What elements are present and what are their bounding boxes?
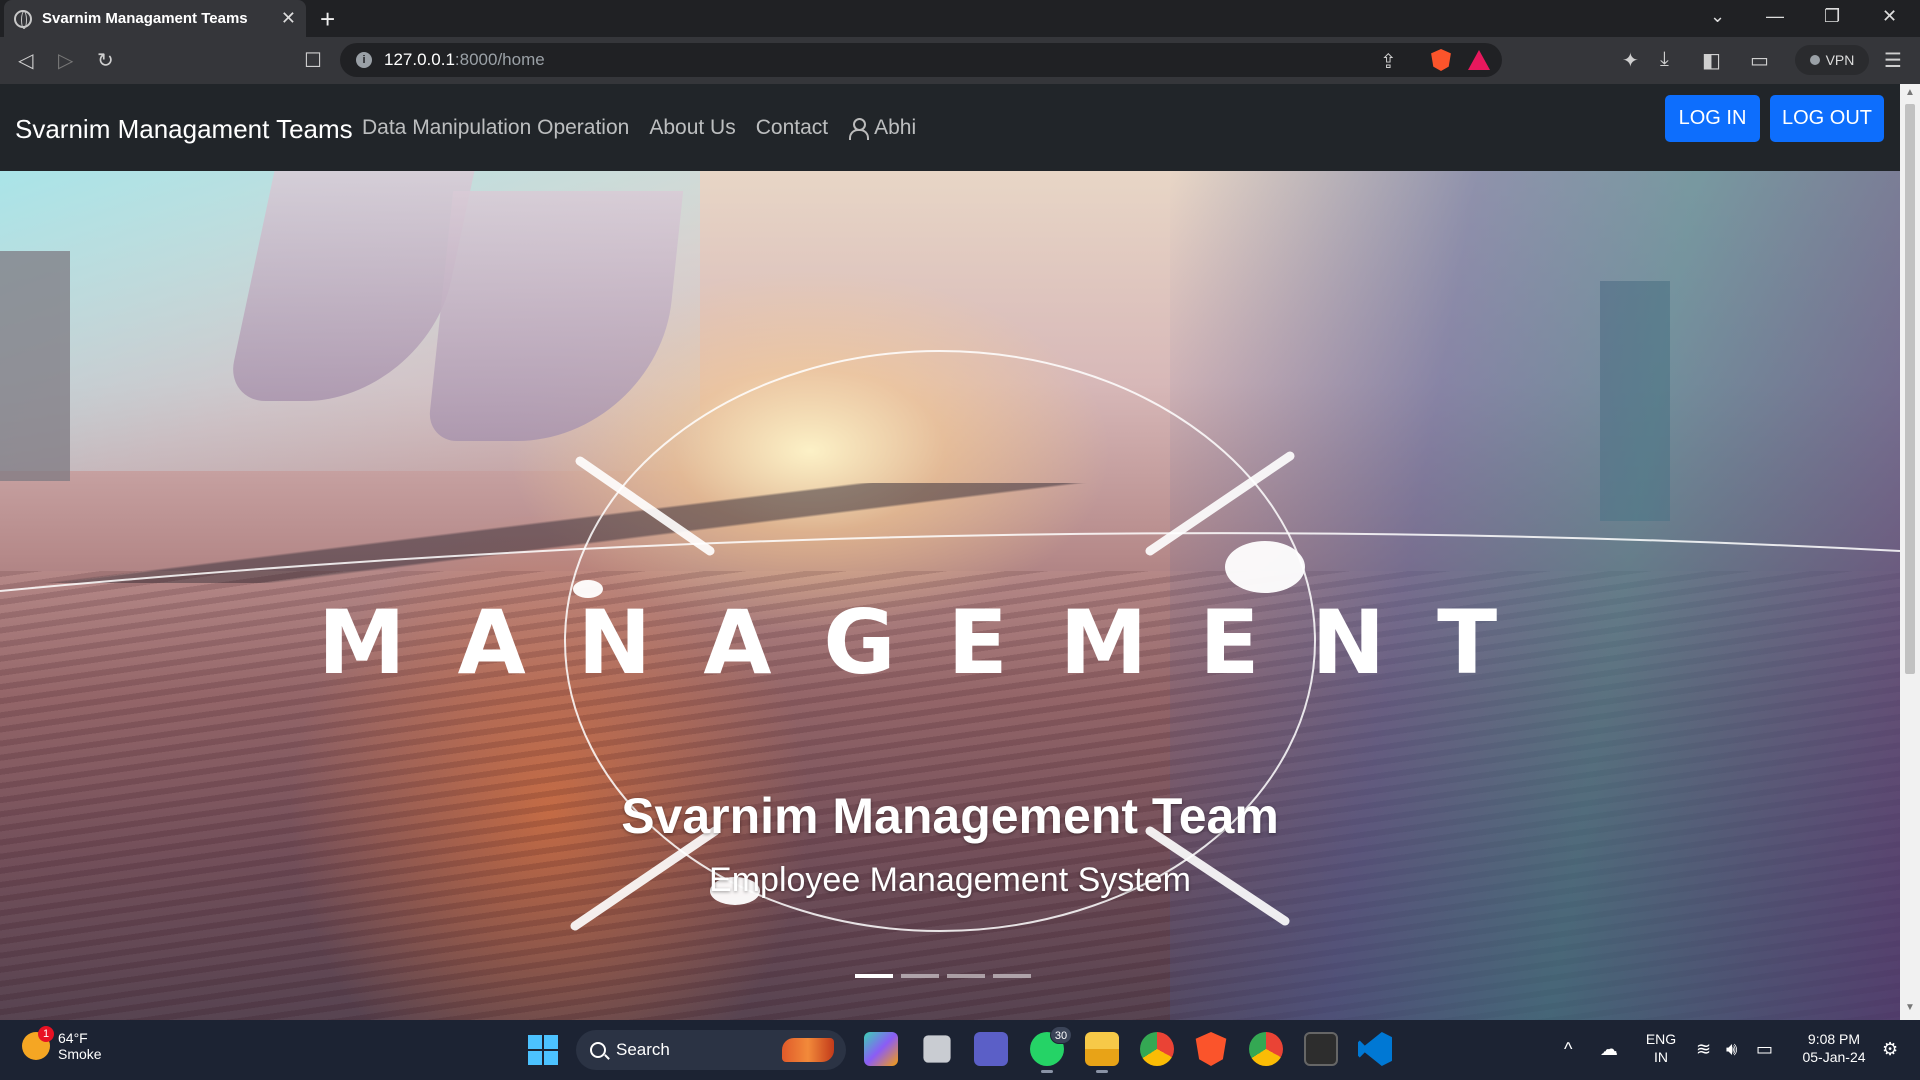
logo-slash	[575, 456, 715, 556]
file-explorer-icon[interactable]	[1085, 1032, 1119, 1073]
brave-shields-icon[interactable]	[1431, 49, 1451, 71]
forward-icon[interactable]: ▷	[58, 48, 73, 73]
language-indicator[interactable]: ENG IN	[1644, 1030, 1678, 1066]
browser-tab[interactable]: Svarnim Managament Teams ✕	[4, 0, 306, 37]
search-icon	[590, 1042, 606, 1058]
carousel-indicators	[855, 974, 1031, 978]
tab-search-icon[interactable]: ⌄	[1710, 6, 1725, 27]
carousel-indicator-1[interactable]	[855, 974, 893, 978]
user-name: Abhi	[874, 116, 917, 139]
whatsapp-icon[interactable]: 30	[1030, 1026, 1072, 1073]
wifi-icon[interactable]: ≋	[1696, 1039, 1711, 1060]
nav-link-about-us[interactable]: About Us	[649, 116, 735, 140]
clock-time: 9:08 PM	[1807, 1031, 1861, 1047]
url-host: 127.0.0.1	[384, 50, 455, 69]
restore-button[interactable]: ❐	[1824, 6, 1840, 27]
menu-icon[interactable]: ☰	[1884, 48, 1902, 73]
sidebar-icon[interactable]: ◧	[1702, 48, 1721, 73]
nav-link-data-manipulation[interactable]: Data Manipulation Operation	[362, 116, 629, 140]
clock[interactable]: 9:08 PM 05-Jan-24	[1794, 1030, 1874, 1066]
windows-taskbar: 1 64°F Smoke Search 30 ^ ☁ ENG IN ≋ 🔊︎ ▭…	[0, 1020, 1920, 1080]
show-hidden-icons[interactable]: ^	[1564, 1039, 1572, 1060]
minimize-button[interactable]: —	[1766, 6, 1784, 27]
vpn-label: VPN	[1825, 52, 1855, 68]
weather-badge: 1	[38, 1026, 54, 1042]
wallet-icon[interactable]: ▭	[1750, 48, 1769, 73]
search-highlight-icon	[782, 1038, 834, 1062]
nav-link-user[interactable]: Abhi	[848, 116, 916, 140]
scrollbar-thumb[interactable]	[1905, 104, 1915, 674]
scroll-up-icon[interactable]: ▲	[1905, 87, 1915, 98]
whatsapp-badge: 30	[1050, 1026, 1072, 1044]
task-view-icon[interactable]	[923, 1035, 951, 1063]
teams-icon[interactable]	[974, 1032, 1008, 1066]
browser-tabbar: Svarnim Managament Teams ✕ + ⌄ — ❐ ✕	[0, 0, 1920, 37]
navbar-brand[interactable]: Svarnim Managament Teams	[15, 114, 353, 145]
login-button[interactable]: LOG IN	[1665, 95, 1760, 142]
site-info-icon[interactable]: i	[356, 52, 372, 68]
logo-dot	[1225, 541, 1305, 593]
clock-date: 05-Jan-24	[1802, 1049, 1866, 1065]
search-label: Search	[616, 1040, 670, 1059]
carousel-caption-subtitle: Employee Management System	[709, 861, 1191, 899]
vpn-status-icon	[1809, 55, 1820, 65]
carousel-caption-title: Svarnim Management Team	[621, 788, 1279, 844]
logo-slash	[1145, 451, 1295, 556]
web-page: Svarnim Managament Teams Data Manipulati…	[0, 84, 1900, 1020]
weather-sun-icon: 1	[22, 1026, 54, 1060]
copilot-icon[interactable]	[864, 1032, 898, 1066]
carousel-indicator-4[interactable]	[993, 974, 1031, 978]
downloads-icon[interactable]: ⤓	[1660, 48, 1669, 71]
terminal-icon[interactable]	[1304, 1032, 1338, 1066]
share-icon[interactable]: ⇪	[1380, 49, 1397, 74]
globe-icon	[14, 9, 32, 29]
vpn-button[interactable]: VPN	[1795, 45, 1869, 75]
reload-icon[interactable]: ↻	[97, 48, 114, 73]
new-tab-button[interactable]: +	[320, 4, 335, 35]
hero-carousel: MANAGEMENT Svarnim Management Team Emplo…	[0, 171, 1900, 1020]
carousel-indicator-2[interactable]	[901, 974, 939, 978]
tab-title: Svarnim Managament Teams	[42, 10, 248, 27]
nav-links: Data Manipulation Operation About Us Con…	[362, 116, 916, 140]
lang-bottom: IN	[1654, 1049, 1668, 1065]
weather-widget[interactable]: 1 64°F Smoke	[22, 1026, 102, 1062]
battery-icon[interactable]: ▭	[1756, 1039, 1773, 1060]
bookmark-icon[interactable]: ☐	[304, 48, 322, 73]
logo-horizon-line	[0, 532, 1900, 592]
onedrive-icon[interactable]: ☁	[1600, 1039, 1618, 1060]
back-icon[interactable]: ◁	[18, 48, 33, 73]
chrome-profile-icon[interactable]	[1249, 1032, 1283, 1066]
brave-rewards-icon[interactable]	[1468, 50, 1490, 70]
taskbar-search[interactable]: Search	[576, 1030, 846, 1070]
address-bar[interactable]: i 127.0.0.1 :8000/home ⇪	[340, 43, 1502, 77]
nav-link-contact[interactable]: Contact	[756, 116, 828, 140]
notifications-icon[interactable]: ⚙	[1882, 1039, 1898, 1060]
user-icon	[848, 117, 870, 140]
volume-icon[interactable]: 🔊︎	[1726, 1039, 1737, 1060]
site-navbar: Svarnim Managament Teams Data Manipulati…	[0, 84, 1900, 171]
lang-top: ENG	[1645, 1031, 1677, 1047]
tab-close-button[interactable]: ✕	[281, 8, 296, 29]
scroll-down-icon[interactable]: ▼	[1905, 1002, 1915, 1013]
brave-icon[interactable]	[1195, 1032, 1227, 1066]
page-scrollbar[interactable]: ▲ ▼	[1900, 84, 1920, 1020]
running-indicator	[1096, 1070, 1108, 1073]
start-button[interactable]	[528, 1035, 558, 1065]
running-indicator	[1041, 1070, 1053, 1073]
carousel-indicator-3[interactable]	[947, 974, 985, 978]
extensions-icon[interactable]: ✦	[1622, 48, 1639, 73]
url-path: :8000/home	[454, 50, 545, 69]
vscode-icon[interactable]	[1358, 1032, 1392, 1066]
weather-temp: 64°F	[58, 1030, 88, 1046]
weather-desc: Smoke	[58, 1046, 102, 1062]
browser-toolbar: ◁ ▷ ↻ ☐ i 127.0.0.1 :8000/home ⇪ ✦ ⤓ ◧ ▭…	[0, 37, 1920, 84]
window-close-button[interactable]: ✕	[1882, 6, 1897, 27]
logout-button[interactable]: LOG OUT	[1770, 95, 1884, 142]
chrome-icon[interactable]	[1140, 1032, 1174, 1066]
management-logo-text: MANAGEMENT	[318, 591, 1550, 694]
